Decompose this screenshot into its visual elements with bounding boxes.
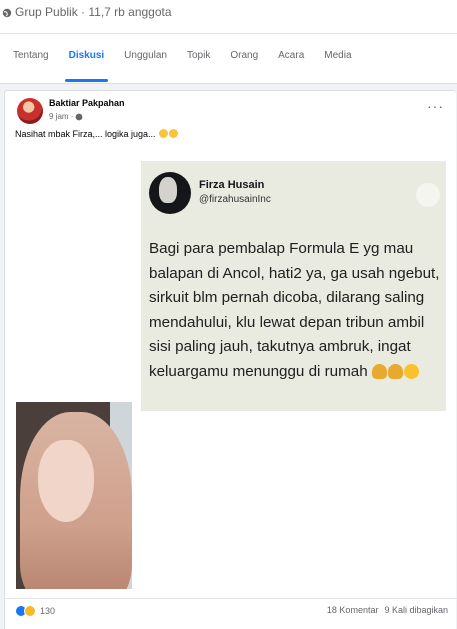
post-caption: Nasihat mbak Firza,... logika juga... xyxy=(15,129,179,139)
tweet-body: Bagi para pembalap Formula E yg mau bala… xyxy=(149,237,444,385)
tweet-watermark xyxy=(416,183,440,207)
globe-icon xyxy=(2,7,12,18)
post-card: Baktiar Pakpahan 9 jam · ··· Nasihat mba… xyxy=(4,90,457,629)
reaction-icons xyxy=(15,605,36,617)
group-tabs: Tentang Diskusi Unggulan Topik Orang Aca… xyxy=(0,34,362,82)
post-photo[interactable] xyxy=(16,402,132,589)
smile-emoji-icon xyxy=(403,363,419,379)
tab-acara[interactable]: Acara xyxy=(268,34,314,82)
tab-diskusi[interactable]: Diskusi xyxy=(59,34,115,82)
tab-media[interactable]: Media xyxy=(314,34,361,82)
reactions-count: 130 xyxy=(40,606,56,616)
more-icon: ··· xyxy=(427,98,444,114)
tab-unggulan[interactable]: Unggulan xyxy=(114,34,177,82)
smile-emoji-icon xyxy=(169,129,179,138)
privacy-icon xyxy=(75,113,83,121)
post-time-text[interactable]: 9 jam · xyxy=(49,112,73,121)
author-avatar[interactable] xyxy=(17,98,43,124)
folded-hands-icon xyxy=(371,363,387,379)
more-options-button[interactable]: ··· xyxy=(427,98,444,114)
group-meta: Grup Publik · 11,7 rb anggota xyxy=(2,5,172,19)
author-name[interactable]: Baktiar Pakpahan xyxy=(49,98,125,108)
tweet-author-handle: @firzahusainInc xyxy=(199,194,271,205)
tab-tentang[interactable]: Tentang xyxy=(0,34,59,82)
group-meta-text: Grup Publik · 11,7 rb anggota xyxy=(15,5,172,19)
haha-icon xyxy=(24,605,36,617)
footer-stats: 18 Komentar 9 Kali dibagikan xyxy=(327,605,448,615)
folded-hands-icon xyxy=(387,363,403,379)
photo-face xyxy=(38,440,94,522)
tab-topik[interactable]: Topik xyxy=(177,34,220,82)
reactions-summary[interactable]: 130 xyxy=(15,605,55,617)
tweet-body-text: Bagi para pembalap Formula E yg mau bala… xyxy=(149,240,440,380)
tweet-emojis xyxy=(371,363,419,379)
post-caption-text: Nasihat mbak Firza,... logika juga... xyxy=(15,129,156,139)
comments-count-link[interactable]: 18 Komentar xyxy=(327,605,379,615)
tweet-author-name: Firza Husain xyxy=(199,179,265,191)
sad-emoji-icon xyxy=(159,129,169,138)
post-time: 9 jam · xyxy=(49,112,83,121)
tweet-screenshot[interactable]: Firza Husain @firzahusainInc Bagi para p… xyxy=(141,161,446,411)
group-header: Grup Publik · 11,7 rb anggota Tentang Di… xyxy=(0,0,457,84)
divider xyxy=(5,598,457,599)
tab-orang[interactable]: Orang xyxy=(220,34,268,82)
tweet-avatar xyxy=(149,172,191,214)
shares-count-link[interactable]: 9 Kali dibagikan xyxy=(384,605,448,615)
